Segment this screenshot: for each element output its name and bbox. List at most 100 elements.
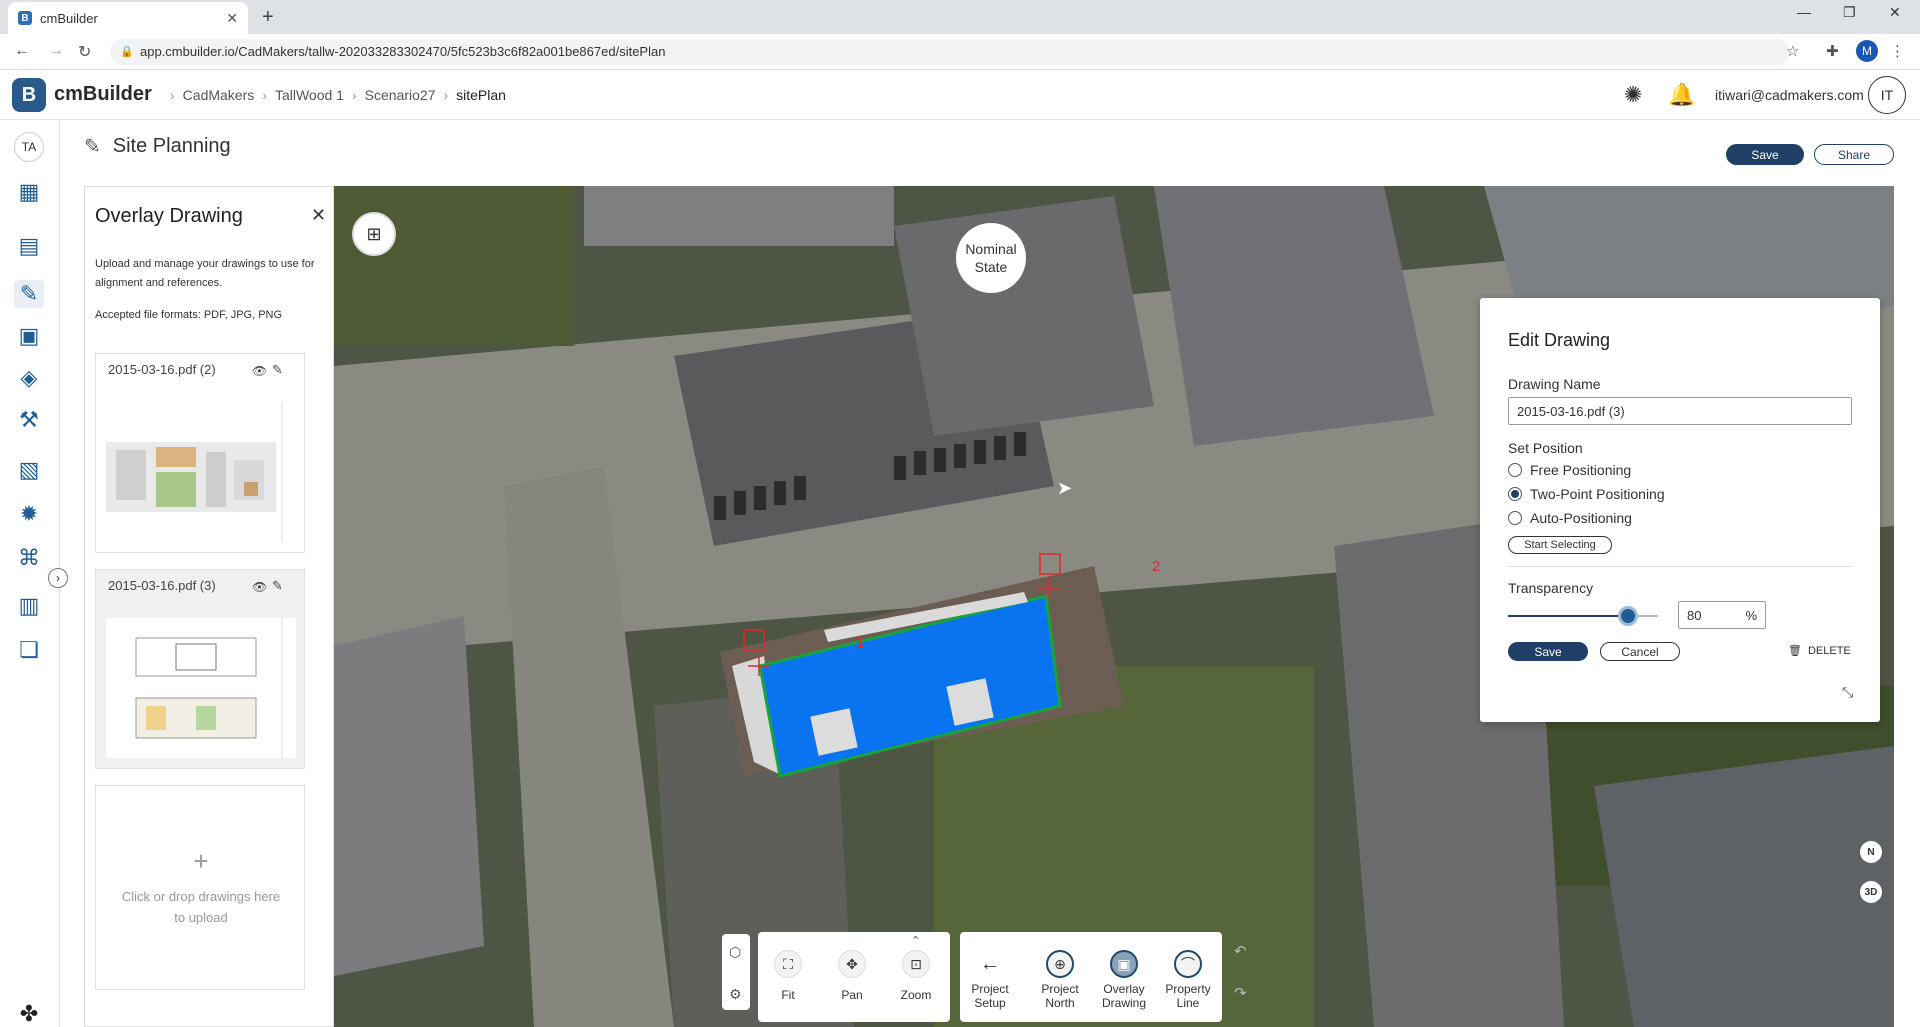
cmbuilder-logo-icon[interactable]: B [12, 78, 46, 112]
announcements-icon[interactable]: ✺ [1624, 82, 1642, 108]
project-setup-tool[interactable]: ← Project Setup [960, 932, 1020, 1022]
collapse-panel-icon[interactable]: ⤡ [1842, 684, 1853, 701]
delete-label: DELETE [1807, 644, 1851, 657]
bookmark-star-icon[interactable]: ☆ [1786, 42, 1799, 60]
expand-rail-icon[interactable]: › [48, 568, 68, 588]
settings-gear-icon[interactable]: ⚙ [729, 986, 742, 1003]
forward-icon[interactable]: → [48, 42, 64, 60]
restore-icon[interactable]: ❐ [1843, 4, 1856, 21]
components-icon[interactable]: ✹ [14, 500, 44, 528]
cube-view-icon[interactable]: ⬡ [729, 944, 741, 961]
history-group: ↶ ↷ [1230, 934, 1254, 1010]
visibility-eye-icon[interactable]: 👁 [252, 580, 267, 594]
trash-icon: 🗑 [1788, 645, 1802, 657]
brand-name[interactable]: cmBuilder [54, 83, 152, 106]
share-button[interactable]: Share [1814, 144, 1894, 165]
back-icon[interactable]: ← [14, 42, 30, 60]
upload-dropzone[interactable]: + Click or drop drawings here to upload [95, 785, 305, 990]
cancel-button[interactable]: Cancel [1600, 642, 1680, 661]
radio-auto-positioning[interactable]: Auto-Positioning [1508, 510, 1632, 526]
site-planning-icon[interactable]: ✎ [14, 280, 44, 308]
minimize-icon[interactable]: — [1797, 4, 1811, 20]
breadcrumb-item-scenario[interactable]: Scenario27 [365, 87, 436, 103]
new-tab-icon[interactable]: + [262, 6, 274, 29]
property-line-label: Property Line [1165, 982, 1211, 1010]
browser-menu-icon[interactable]: ⋮ [1890, 42, 1905, 60]
drawing-name-label: Drawing Name [1508, 376, 1601, 392]
slider-fill [1508, 615, 1628, 617]
page-title: ✎ Site Planning [84, 134, 231, 159]
extensions-icon[interactable]: ✚ [1826, 42, 1839, 60]
drawing-card-selected[interactable]: 2015-03-16.pdf (3) 👁 ✎ [95, 569, 305, 769]
chevron-up-icon[interactable]: ⌃ [911, 934, 920, 947]
fit-label: Fit [781, 988, 795, 1002]
notifications-bell-icon[interactable]: 🔔 [1668, 82, 1695, 108]
browser-tab[interactable]: B cmBuilder ✕ [8, 2, 248, 34]
north-label: N [1867, 846, 1875, 858]
site-settings-icon[interactable]: ▤ [14, 232, 44, 260]
site-analysis-icon[interactable]: ▦ [14, 178, 44, 206]
browser-profile-avatar[interactable]: M [1856, 40, 1878, 62]
delete-drawing-button[interactable]: 🗑 DELETE [1788, 644, 1851, 658]
breadcrumb-item-tallwood[interactable]: TallWood 1 [275, 87, 344, 103]
add-icon: + [193, 846, 209, 876]
site-tools-group: ← Project Setup ⊕ Project North ▣ Overla… [960, 932, 1222, 1022]
arrow-left-icon: ← [980, 952, 1000, 975]
slider-handle[interactable] [1618, 606, 1638, 626]
url-field[interactable]: 🔒 app.cmbuilder.io/CadMakers/tallw-20203… [110, 39, 1790, 65]
undo-icon[interactable]: ↶ [1234, 942, 1247, 960]
project-north-tool[interactable]: ⊕ Project North [1030, 932, 1090, 1022]
drawing-name-input[interactable] [1508, 397, 1852, 425]
transparency-label: Transparency [1508, 580, 1594, 596]
apps-icon[interactable]: ✤ [14, 1000, 44, 1027]
radio-label: Two-Point Positioning [1530, 486, 1665, 502]
lock-icon: 🔒 [120, 46, 134, 58]
user-email[interactable]: itiwari@cadmakers.com [1715, 87, 1864, 103]
drawing-card[interactable]: 2015-03-16.pdf (2) 👁 ✎ [95, 353, 305, 553]
network-icon[interactable]: ⌘ [14, 544, 44, 572]
schedule-icon[interactable]: ▣ [14, 322, 44, 350]
view-3d-toggle[interactable]: 3D [1860, 881, 1882, 903]
drawing-name: 2015-03-16.pdf (3) [108, 578, 216, 593]
overlay-drawing-tool[interactable]: ▣ Overlay Drawing [1094, 932, 1154, 1022]
radio-button[interactable] [1508, 511, 1522, 525]
property-line-tool[interactable]: ⌒ Property Line [1158, 932, 1218, 1022]
fit-tool[interactable]: ⛶ Fit [758, 932, 818, 1022]
user-avatar[interactable]: IT [1868, 76, 1906, 114]
reports-icon[interactable]: ▥ [14, 592, 44, 620]
reload-icon[interactable]: ↻ [78, 42, 91, 62]
close-icon[interactable]: ✕ [311, 205, 326, 226]
radio-free-positioning[interactable]: Free Positioning [1508, 462, 1631, 478]
percent-unit: % [1745, 607, 1757, 623]
save-button[interactable]: Save [1726, 144, 1804, 165]
redo-icon[interactable]: ↷ [1234, 984, 1247, 1002]
workspace-avatar[interactable]: TA [14, 132, 44, 162]
north-compass-icon[interactable]: N [1860, 841, 1882, 863]
breadcrumb-item-current: sitePlan [456, 87, 506, 103]
edit-pencil-icon[interactable]: ✎ [272, 362, 283, 378]
layer-tree-icon[interactable]: ⊞ [352, 212, 396, 256]
documents-icon[interactable]: ❏ [14, 636, 44, 664]
layers-icon[interactable]: ◈ [14, 364, 44, 392]
breadcrumb-chevron-icon: › [351, 87, 357, 103]
close-tab-icon[interactable]: ✕ [226, 10, 238, 27]
radio-button[interactable] [1508, 463, 1522, 477]
radio-button-checked[interactable] [1508, 487, 1522, 501]
breadcrumb-item-cadmakers[interactable]: CadMakers [183, 87, 255, 103]
save-drawing-button[interactable]: Save [1508, 642, 1588, 661]
transparency-slider[interactable] [1508, 606, 1658, 626]
pan-tool[interactable]: ✥ Pan [822, 932, 882, 1022]
start-selecting-button[interactable]: Start Selecting [1508, 536, 1612, 554]
radio-two-point-positioning[interactable]: Two-Point Positioning [1508, 486, 1665, 502]
visibility-eye-icon[interactable]: 👁 [252, 364, 267, 378]
tools-icon[interactable]: ⚒ [14, 406, 44, 434]
drawings-icon[interactable]: ▧ [14, 456, 44, 484]
overlay-drawing-panel: Overlay Drawing ✕ Upload and manage your… [84, 186, 334, 1027]
edit-pencil-icon[interactable]: ✎ [272, 578, 283, 594]
close-window-icon[interactable]: ✕ [1889, 4, 1901, 21]
overlay-drawing-icon: ▣ [1110, 950, 1138, 978]
transparency-input[interactable]: 80 % [1678, 601, 1766, 629]
transparency-value: 80 [1687, 607, 1702, 623]
overlay-panel-title: Overlay Drawing [95, 205, 243, 227]
nominal-state-badge[interactable]: Nominal State [956, 223, 1026, 293]
